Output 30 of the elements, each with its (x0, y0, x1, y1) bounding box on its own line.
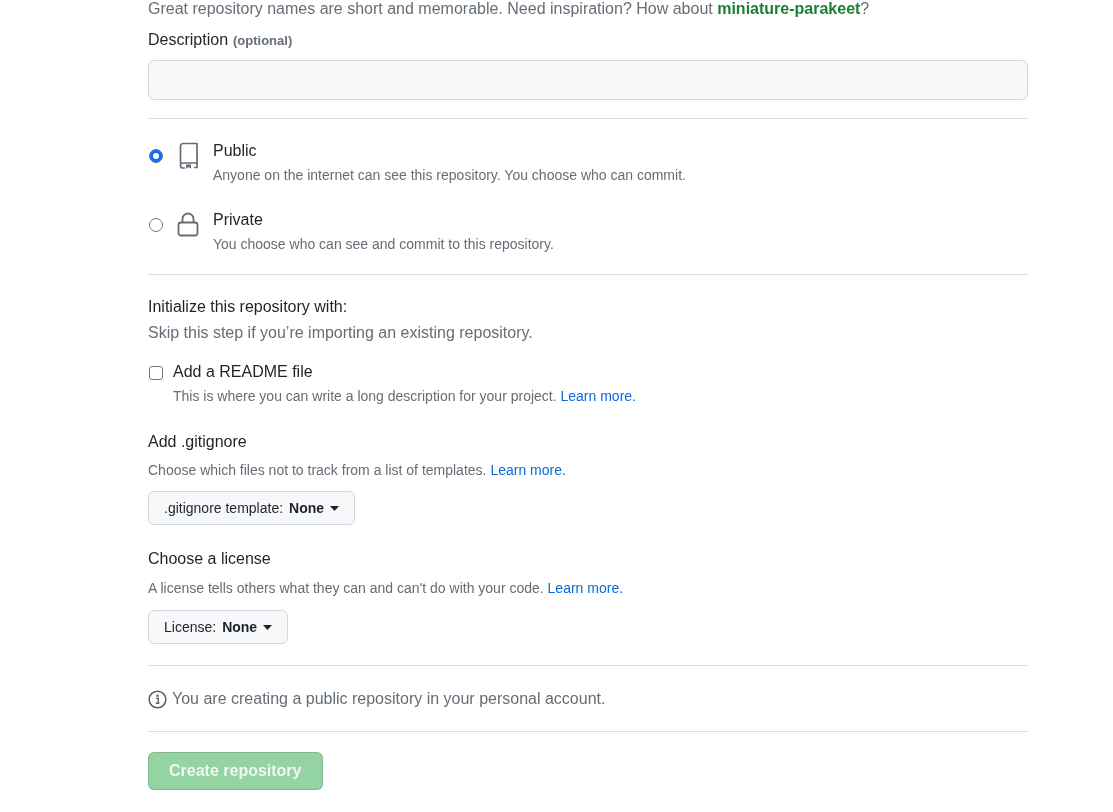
option-title: Private (213, 210, 264, 230)
section-description: A license tells others what they can and can't do with your code. Learn more. (148, 579, 625, 598)
visibility-radio[interactable] (149, 218, 163, 232)
learn-more-link[interactable]: Learn more. (560, 388, 636, 404)
lock-icon (176, 210, 200, 238)
caret-icon (330, 505, 340, 511)
name-suggestion-text: Great repository names are short and memorable. Need inspiration? How about miniature-parakeet? (148, 0, 871, 18)
section-description: Choose which files not to track from a list of templates. Learn more. (148, 461, 567, 480)
section-title: Add .gitignore (148, 432, 248, 452)
field-label: Description (148, 30, 229, 50)
license-dropdown[interactable]: License: None (148, 610, 289, 644)
optional-note: (optional) (233, 32, 293, 50)
info-icon (148, 689, 167, 709)
option-description: You choose who can see and commit to this repository. (213, 235, 554, 254)
section-title: Choose a license (148, 549, 272, 569)
suggested-name-link[interactable]: miniature-parakeet (717, 0, 861, 17)
gitignore-dropdown[interactable]: .gitignore template: None (148, 491, 356, 525)
description-input[interactable] (148, 60, 1028, 100)
checkbox-label: Add a README file (173, 362, 314, 382)
readme-checkbox[interactable] (149, 366, 163, 380)
section-subtitle: Skip this step if you’re importing an existing repository. (148, 323, 534, 343)
option-title: Public (213, 141, 258, 161)
learn-more-link[interactable]: Learn more. (547, 580, 624, 596)
caret-icon (263, 624, 273, 630)
learn-more-link[interactable]: Learn more. (490, 462, 566, 478)
option-description: This is where you can write a long description for your project. Learn more. (173, 387, 636, 406)
section-title: Initialize this repository with: (148, 297, 349, 317)
visibility-radio[interactable] (149, 149, 163, 163)
option-description: Anyone on the internet can see this repository. You choose who can commit. (213, 166, 686, 185)
notice-text: You are creating a public repository in your personal account. (172, 689, 606, 709)
